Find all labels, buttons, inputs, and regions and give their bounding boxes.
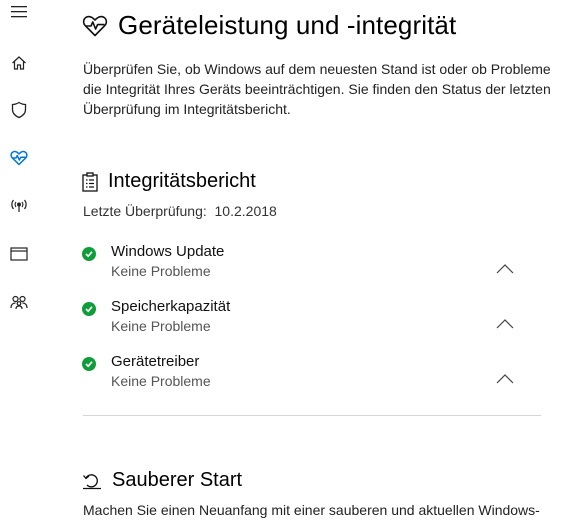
- section-divider: [83, 415, 541, 416]
- page-title: Geräteleistung und -integrität: [118, 10, 457, 40]
- health-report-header: Integritätsbericht: [82, 170, 256, 193]
- health-item-status: Keine Probleme: [111, 263, 211, 279]
- health-item-name: Gerätetreiber: [111, 353, 200, 370]
- nav-virus-protection[interactable]: [0, 92, 38, 128]
- nav-home[interactable]: [0, 45, 38, 81]
- home-icon: [12, 56, 26, 70]
- shield-icon: [11, 101, 27, 119]
- chevron-up-icon[interactable]: [496, 373, 514, 385]
- check-icon: [85, 251, 93, 258]
- fresh-start-header: Sauberer Start: [82, 469, 242, 492]
- fresh-start-title: Sauberer Start: [112, 469, 243, 491]
- health-item-name: Speicherkapazität: [111, 298, 231, 315]
- health-item-status: Keine Probleme: [111, 318, 211, 334]
- menu-icon: [11, 6, 27, 18]
- health-item-name: Windows Update: [111, 243, 225, 260]
- status-ok-badge: [82, 247, 96, 261]
- last-check-text: Letzte Überprüfung: 10.2.2018: [83, 203, 277, 219]
- menu-button[interactable]: [0, 0, 38, 30]
- clipboard-report-icon: [82, 171, 98, 192]
- nav-app-browser-control[interactable]: [0, 236, 38, 272]
- page-header: Geräteleistung und -integrität: [82, 10, 456, 41]
- check-icon: [85, 361, 93, 368]
- page-description: Überprüfen Sie, ob Windows auf dem neues…: [83, 61, 551, 117]
- chevron-up-icon[interactable]: [496, 263, 514, 275]
- nav-firewall-network[interactable]: [0, 188, 38, 224]
- status-ok-badge: [82, 357, 96, 371]
- nav-rail: [0, 0, 38, 525]
- heart-pulse-icon: [10, 150, 28, 166]
- nav-family-options[interactable]: [0, 284, 38, 320]
- health-report-title: Integritätsbericht: [108, 170, 256, 192]
- fresh-start-description: Machen Sie einen Neuanfang mit einer sau…: [83, 502, 540, 518]
- health-item-status: Keine Probleme: [111, 373, 211, 389]
- browser-window-icon: [10, 247, 28, 261]
- refresh-icon: [83, 473, 101, 489]
- family-icon: [10, 295, 28, 310]
- wireless-icon: [11, 199, 27, 212]
- heart-pulse-icon: [82, 15, 108, 36]
- status-ok-badge: [82, 302, 96, 316]
- health-item-windows-update: Windows Update Keine Probleme: [82, 243, 542, 293]
- health-item-drivers: Gerätetreiber Keine Probleme: [82, 353, 542, 403]
- chevron-up-icon[interactable]: [496, 318, 514, 330]
- health-item-storage: Speicherkapazität Keine Probleme: [82, 298, 542, 348]
- check-icon: [85, 306, 93, 313]
- nav-device-health[interactable]: [0, 140, 38, 176]
